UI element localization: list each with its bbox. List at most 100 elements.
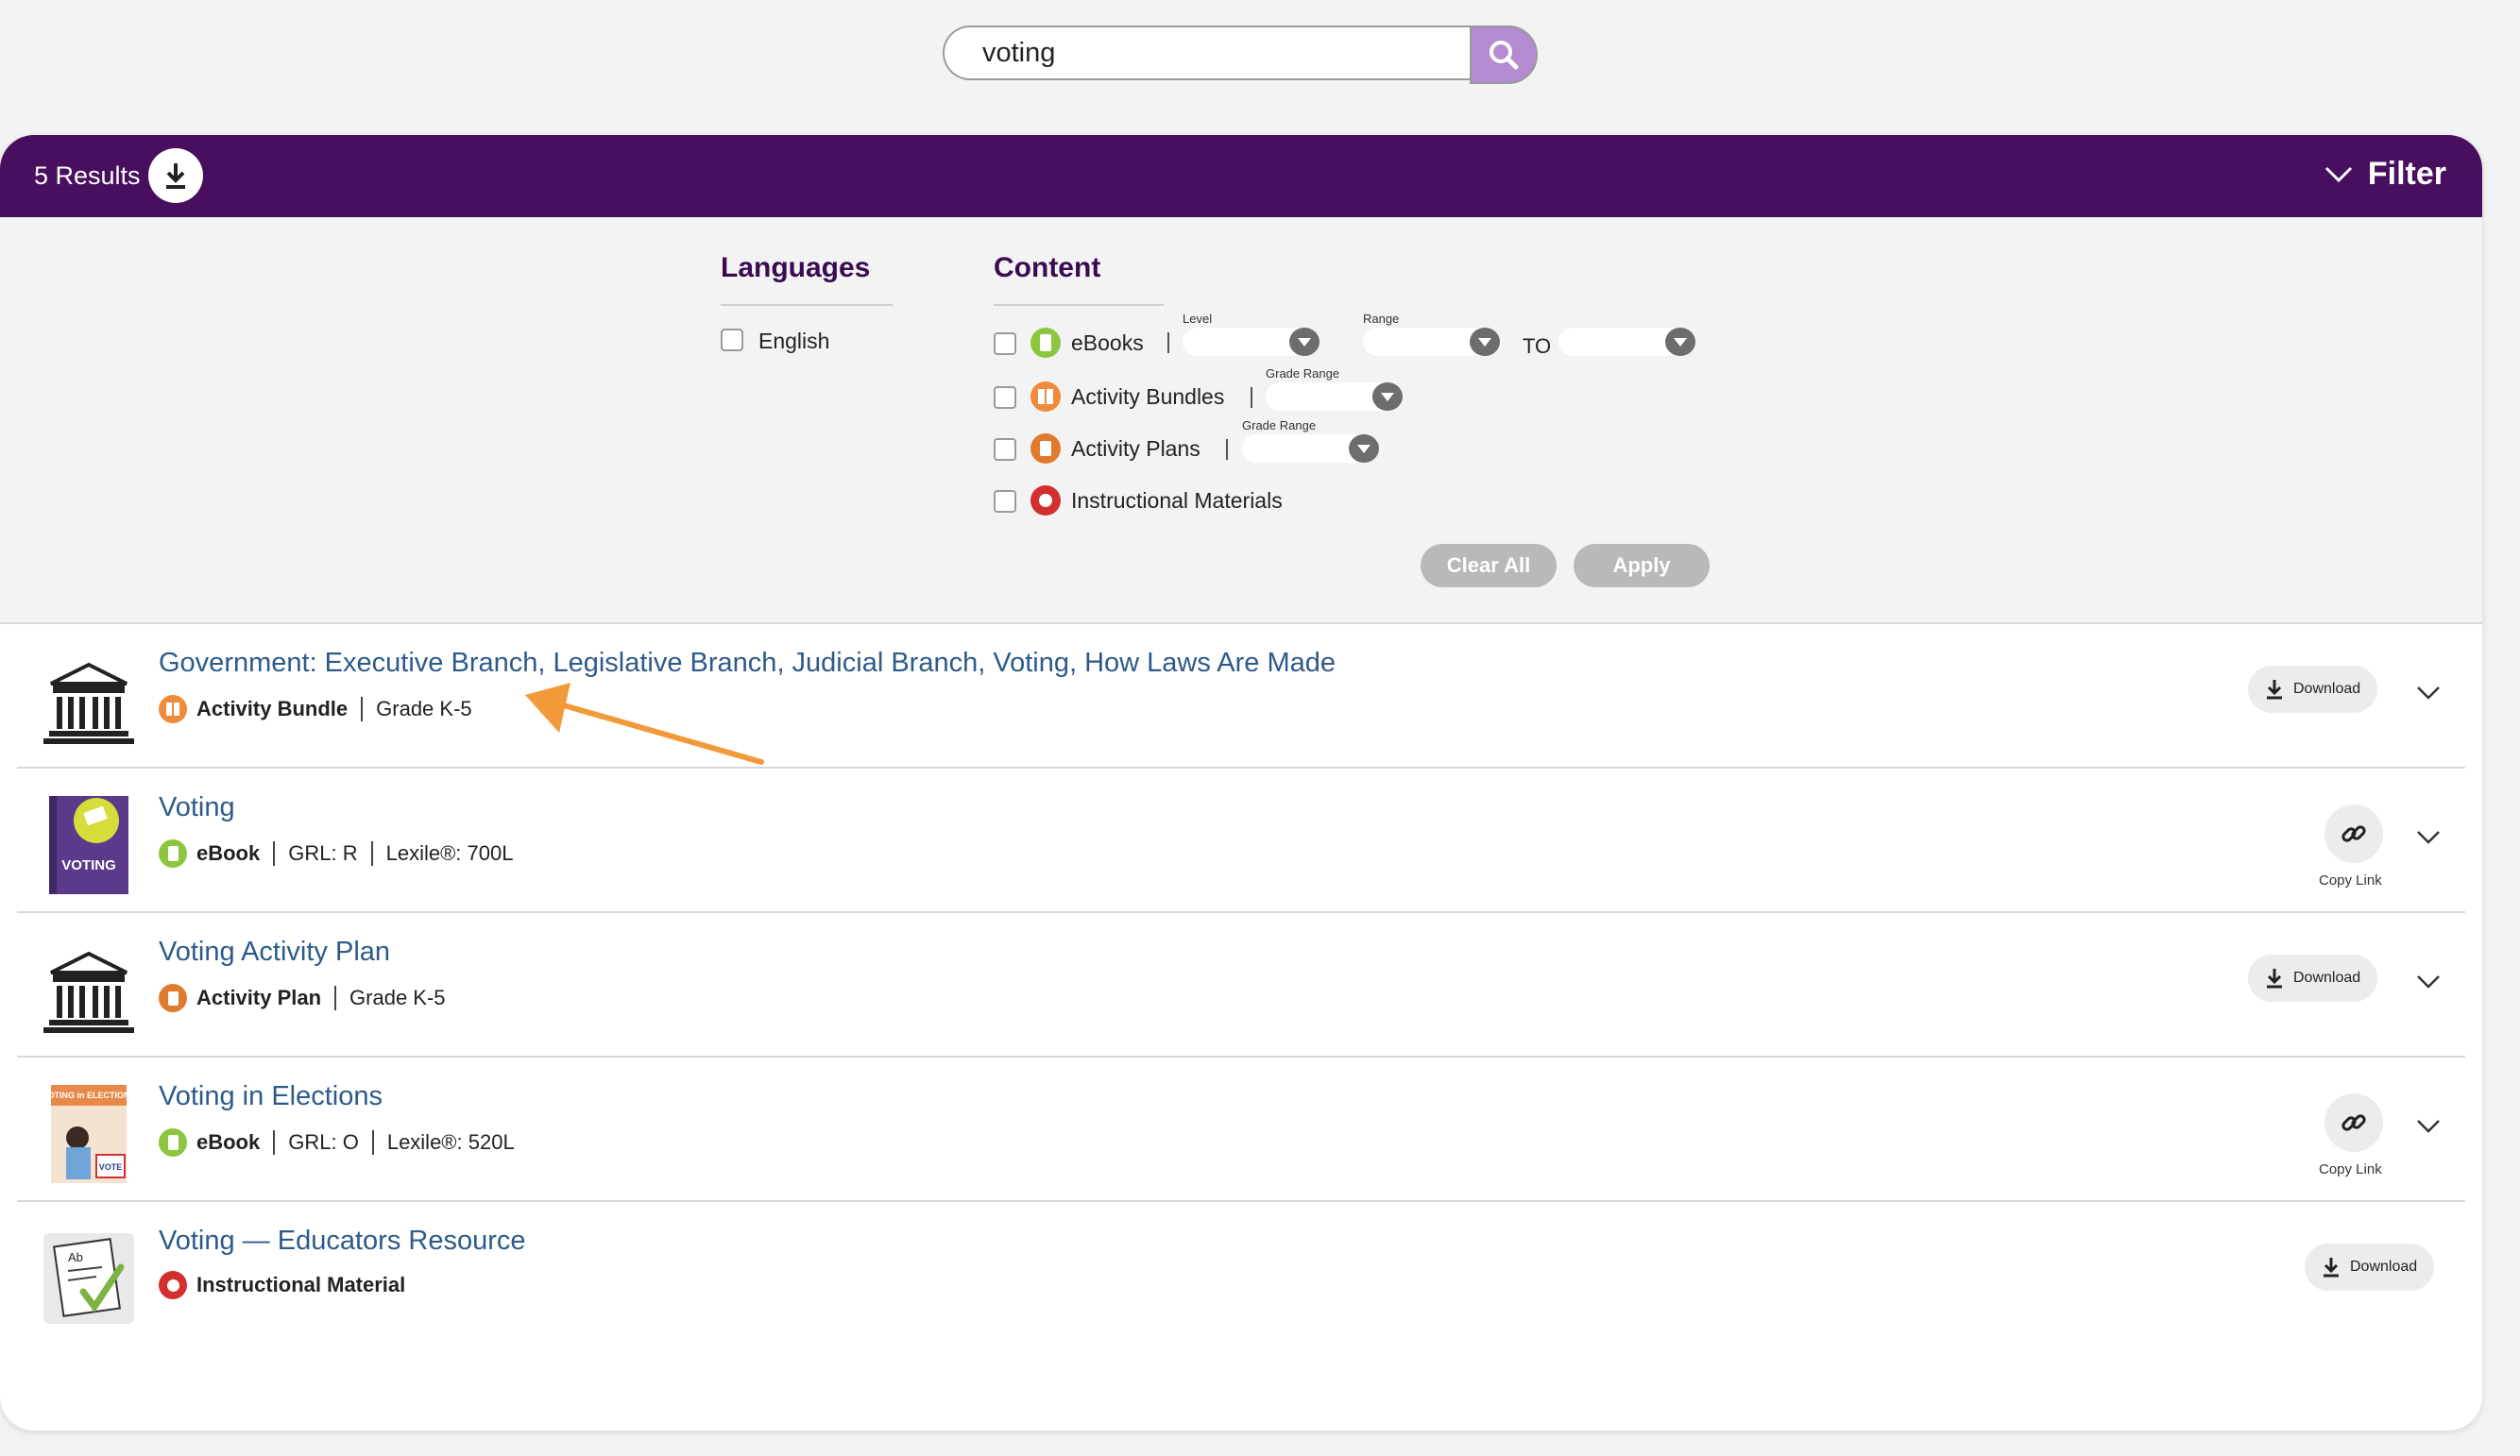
search-button[interactable]: [1470, 25, 1538, 84]
result-meta: Instructional Material: [159, 1271, 405, 1299]
result-row: Government: Executive Branch, Legislativ…: [17, 623, 2465, 769]
search-input[interactable]: [943, 25, 1472, 80]
separator: [273, 841, 276, 866]
result-type: eBook: [196, 1130, 261, 1154]
level-dropdown[interactable]: [1183, 328, 1320, 356]
activity-bundle-icon: [1030, 381, 1061, 412]
result-row: Ab Voting — Educators Resource Instructi…: [17, 1201, 2465, 1345]
search-icon: [1490, 41, 1519, 70]
result-title-link[interactable]: Voting: [159, 792, 235, 823]
search-bar: [943, 25, 1538, 84]
separator: [370, 841, 373, 866]
ebooks-checkbox[interactable]: [994, 332, 1016, 355]
capitol-building-icon: [43, 662, 134, 744]
result-grade: Grade K-5: [376, 697, 472, 720]
english-label: English: [758, 329, 830, 353]
filter-area: Languages English Content eBooks Level R…: [0, 217, 2482, 624]
result-lexile: Lexile®: 700L: [385, 841, 514, 865]
chevron-down-icon[interactable]: [2416, 974, 2441, 990]
result-type: eBook: [196, 841, 261, 865]
download-icon: [2324, 1258, 2339, 1278]
ebook-icon: [1030, 328, 1061, 358]
activity-plans-checkbox[interactable]: [994, 438, 1016, 461]
dropdown-arrow-icon: [1665, 328, 1695, 356]
separator: [1251, 387, 1252, 408]
result-type: Activity Bundle: [196, 697, 349, 720]
cover-badge: VOTE: [99, 1162, 123, 1172]
result-lexile: Lexile®: 520L: [386, 1130, 515, 1154]
activity-bundle-icon: [159, 695, 187, 723]
result-title-link[interactable]: Government: Executive Branch, Legislativ…: [159, 648, 1336, 679]
download-results-button[interactable]: [148, 148, 203, 203]
clear-all-button[interactable]: Clear All: [1421, 544, 1557, 587]
result-title-link[interactable]: Voting Activity Plan: [159, 937, 390, 968]
bundle-grade-range-dropdown[interactable]: [1266, 382, 1403, 411]
download-button[interactable]: Download: [2305, 1244, 2435, 1291]
range-to-dropdown[interactable]: [1558, 328, 1695, 356]
to-label: TO: [1523, 334, 1552, 358]
dropdown-arrow-icon: [1349, 434, 1379, 463]
range-from-dropdown[interactable]: [1363, 328, 1500, 356]
activity-plan-icon: [1030, 433, 1061, 464]
range-label: Range: [1363, 312, 1400, 326]
result-title-link[interactable]: Voting — Educators Resource: [159, 1226, 525, 1257]
ebook-icon: [159, 839, 187, 868]
result-row: Voting Activity Plan Activity Plan Grade…: [17, 912, 2465, 1058]
download-icon: [2267, 969, 2282, 989]
download-icon: [2267, 680, 2282, 700]
worksheet-check-icon: Ab: [43, 1233, 134, 1324]
result-grl: GRL: O: [288, 1130, 359, 1154]
chevron-down-icon[interactable]: [2416, 830, 2441, 845]
download-label: Download: [2350, 1259, 2418, 1275]
content-heading: Content: [994, 252, 1101, 283]
copy-link-label: Copy Link: [2319, 1161, 2382, 1177]
filter-label: Filter: [2367, 156, 2446, 192]
result-title-link[interactable]: Voting in Elections: [159, 1081, 383, 1112]
activity-bundles-checkbox[interactable]: [994, 386, 1016, 409]
chevron-down-icon[interactable]: [2416, 1119, 2441, 1134]
grade-range-label: Grade Range: [1242, 418, 1317, 432]
result-grl: GRL: R: [288, 841, 358, 865]
results-panel: 5 Results Filter Languages English Conte…: [0, 135, 2482, 1431]
result-meta: eBook GRL: O Lexile®: 520L: [159, 1128, 515, 1157]
chevron-down-icon: [2324, 166, 2352, 182]
apple-icon: [1030, 485, 1061, 516]
separator: [371, 1130, 374, 1155]
cover-title: VOTING in ELECTIONS: [42, 1091, 135, 1100]
result-row: VOTING in ELECTIONS VOTE Voting in Elect…: [17, 1057, 2465, 1202]
instructional-materials-label: Instructional Materials: [1071, 488, 1283, 513]
activity-plan-icon: [159, 984, 187, 1012]
capitol-building-icon: [43, 951, 134, 1033]
link-icon: [2341, 1114, 2366, 1131]
dropdown-arrow-icon: [1470, 328, 1500, 356]
separator: [1226, 439, 1228, 460]
separator: [1167, 332, 1169, 353]
dropdown-arrow-icon: [1372, 382, 1403, 411]
copy-link-button[interactable]: [2324, 1093, 2383, 1152]
english-checkbox[interactable]: [721, 329, 743, 351]
instructional-materials-checkbox[interactable]: [994, 490, 1016, 513]
ebook-icon: [159, 1128, 187, 1157]
result-meta: Activity Plan Grade K-5: [159, 984, 446, 1012]
cover-title: VOTING: [61, 857, 116, 873]
voting-in-elections-cover: VOTING in ELECTIONS VOTE: [42, 1085, 136, 1183]
languages-heading: Languages: [721, 252, 871, 283]
result-grade: Grade K-5: [349, 986, 446, 1009]
chevron-down-icon[interactable]: [2416, 686, 2441, 701]
filter-toggle[interactable]: Filter: [2324, 156, 2446, 193]
divider: [994, 304, 1164, 306]
apply-button[interactable]: Apply: [1574, 544, 1710, 587]
separator: [361, 697, 364, 721]
divider: [721, 304, 893, 306]
level-label: Level: [1183, 312, 1213, 326]
result-meta: Activity Bundle Grade K-5: [159, 695, 472, 723]
download-label: Download: [2293, 681, 2361, 697]
copy-link-button[interactable]: [2324, 804, 2383, 863]
ebooks-label: eBooks: [1071, 330, 1144, 355]
download-button[interactable]: Download: [2248, 666, 2378, 713]
download-label: Download: [2293, 970, 2361, 986]
grade-range-label: Grade Range: [1266, 366, 1340, 381]
plan-grade-range-dropdown[interactable]: [1242, 434, 1379, 463]
results-count: 5 Results: [34, 161, 141, 190]
download-button[interactable]: Download: [2248, 955, 2378, 1002]
